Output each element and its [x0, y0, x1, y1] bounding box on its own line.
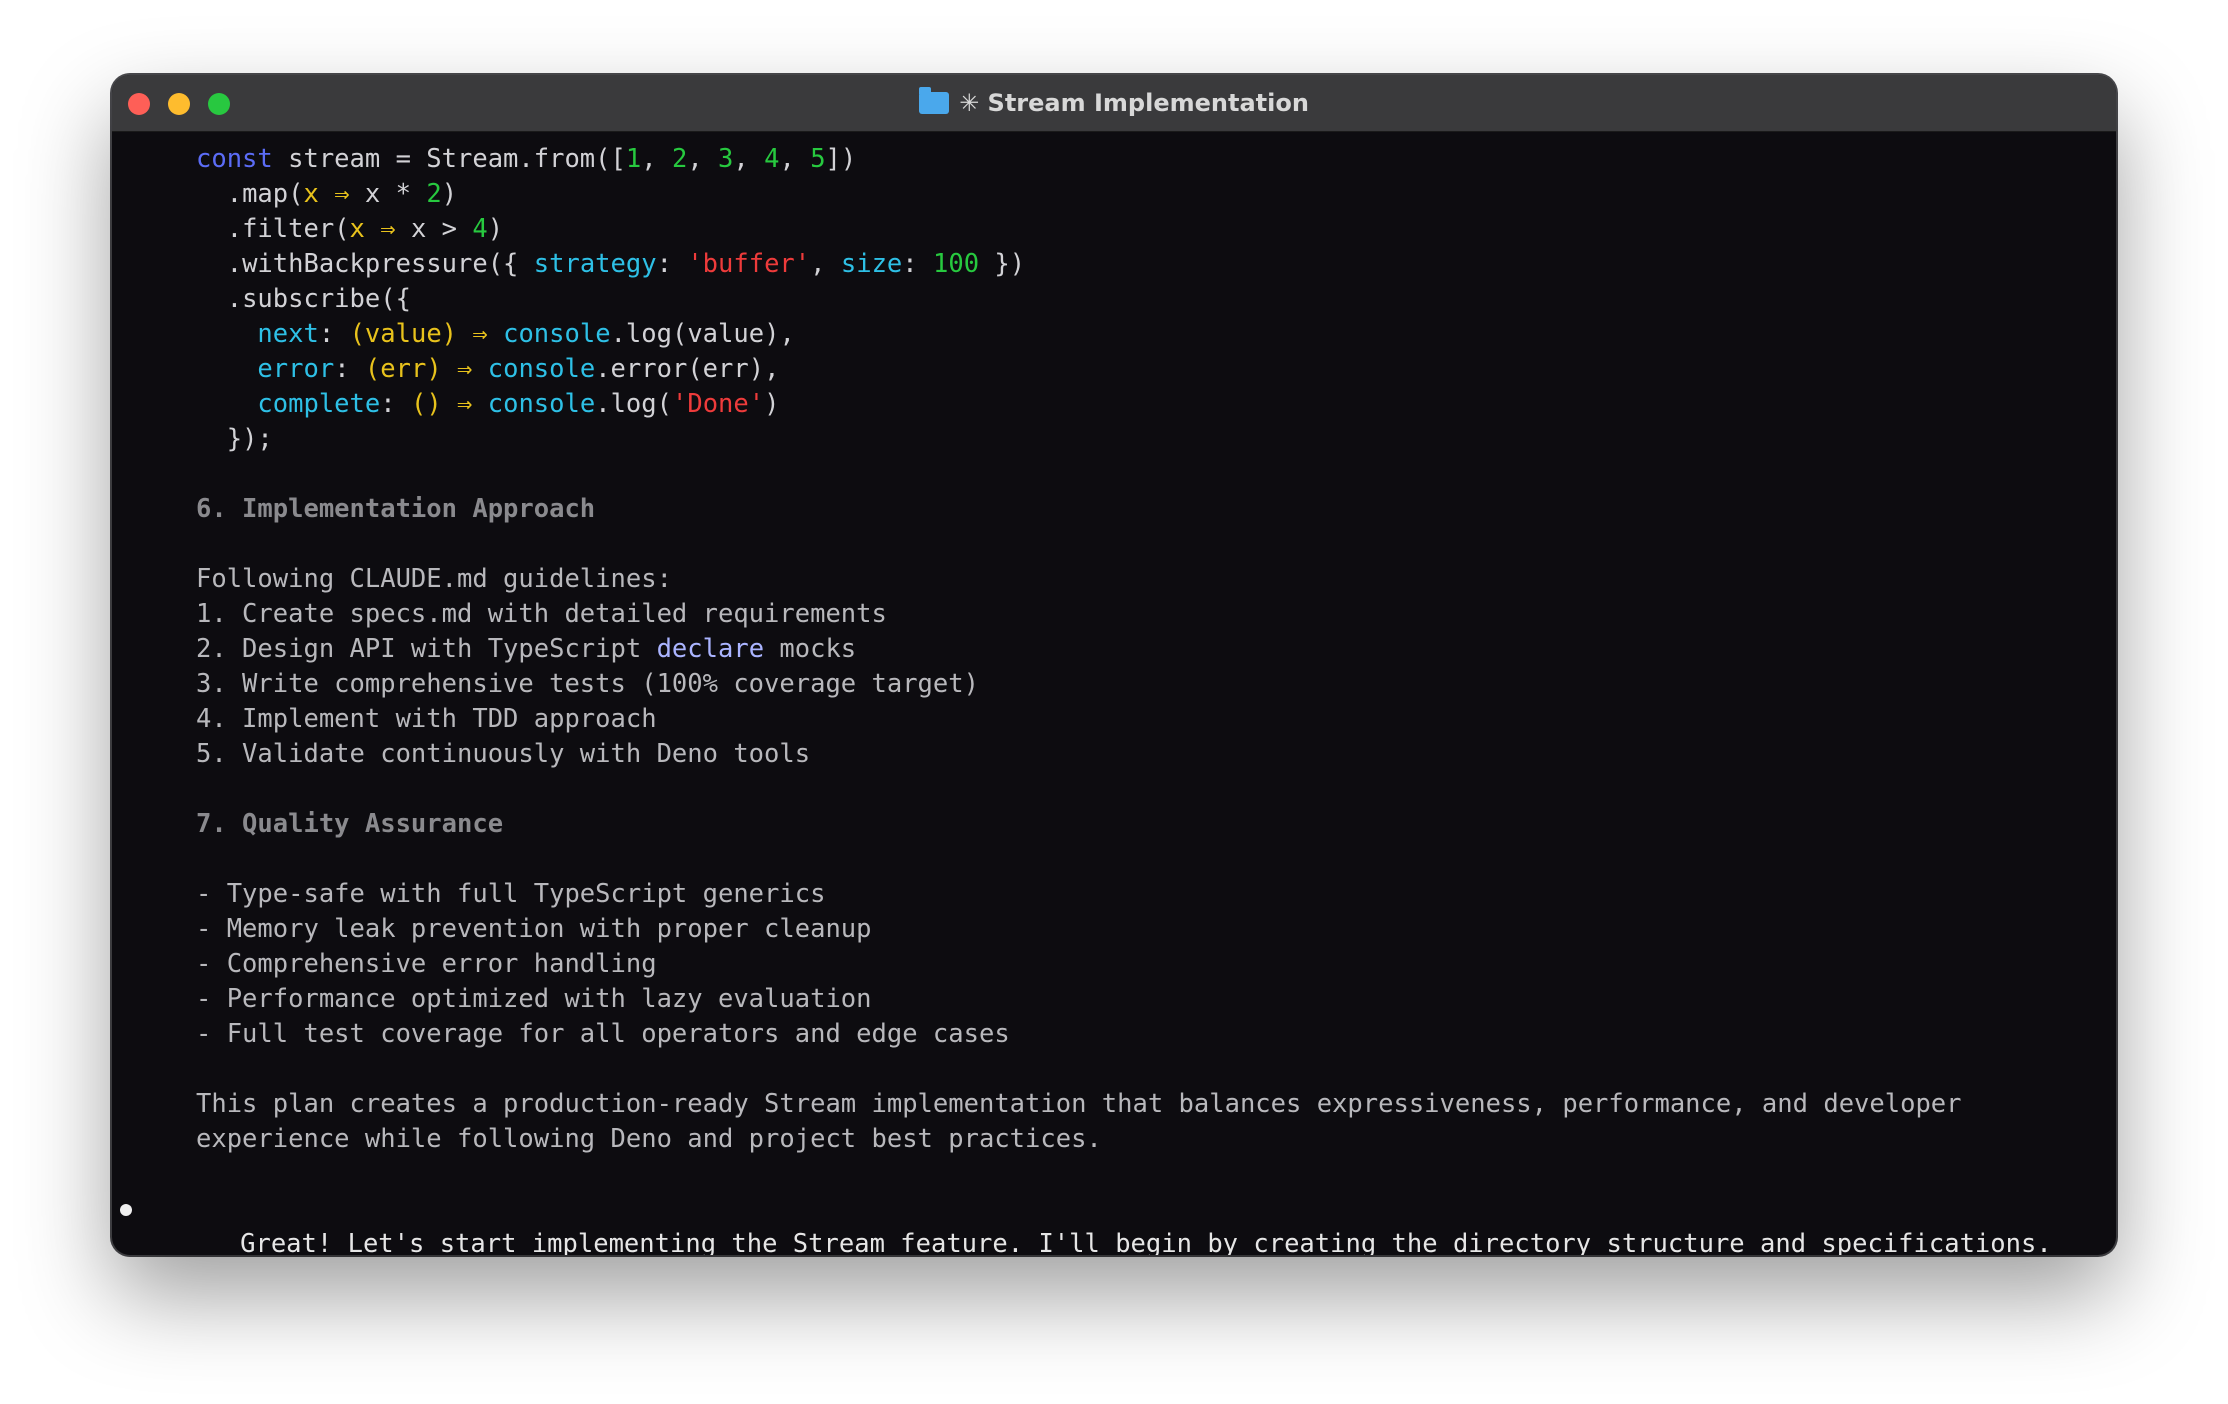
window-title-text: ✳ Stream Implementation [959, 89, 1309, 117]
code-token: ⇒ [457, 319, 504, 349]
list-item: - Type-safe with full TypeScript generic… [196, 879, 826, 909]
code-token: .error(err), [595, 354, 780, 384]
summary-text: This plan creates a production-ready Str… [196, 1089, 1962, 1119]
section-heading: 7. Quality Assurance [196, 809, 504, 839]
code-token: (value) [349, 319, 458, 349]
list-item-text: mocks [764, 634, 857, 664]
code-token: x [303, 179, 319, 209]
code-line-2: .map(x ⇒ x * 2) [112, 177, 2116, 212]
code-token: , [641, 144, 672, 174]
code-line-5: .subscribe({ [112, 282, 2116, 317]
code-token: console [487, 354, 596, 384]
code-token: complete [257, 389, 381, 419]
code-token: 5 [810, 144, 826, 174]
code-token: const [196, 144, 273, 174]
code-token: console [503, 319, 611, 349]
code-token: 4 [764, 144, 780, 174]
section-intro: Following CLAUDE.md guidelines: [196, 564, 672, 594]
code-token: x > [410, 214, 473, 244]
list-item: 4. Implement with TDD approach [196, 704, 657, 734]
code-token: 'Done' [671, 389, 765, 419]
code-token: .log( [595, 389, 672, 419]
code-line-9: }); [112, 422, 2116, 457]
code-token: next [257, 319, 319, 349]
code-line-4: .withBackpressure({ strategy: 'buffer', … [112, 247, 2116, 282]
code-line-8: complete: () ⇒ console.log('Done') [112, 387, 2116, 422]
list-item: - Full test coverage for all operators a… [196, 1019, 1010, 1049]
code-token: .log(value), [610, 319, 795, 349]
code-token: : [902, 249, 933, 279]
code-token: .map( [226, 179, 304, 209]
code-line-6: next: (value) ⇒ console.log(value), [112, 317, 2116, 352]
list-item: 2. Design API with TypeScript declare mo… [112, 632, 2116, 667]
code-token: ⇒ [441, 354, 488, 384]
code-token: strategy [533, 249, 657, 279]
title-bar: ✳ Stream Implementation [112, 75, 2116, 132]
terminal-output[interactable]: const stream = Stream.from([1, 2, 3, 4, … [112, 131, 2116, 1255]
code-token: console [487, 389, 596, 419]
code-token: ) [441, 179, 458, 209]
code-token: 3 [718, 144, 734, 174]
code-token: ) [487, 214, 504, 244]
list-item: 1. Create specs.md with detailed require… [196, 599, 887, 629]
code-token: () [410, 389, 442, 419]
code-token: x [349, 214, 365, 244]
folder-icon [919, 87, 950, 114]
code-token: , [733, 144, 765, 174]
code-token: ⇒ [364, 214, 411, 244]
bullet-icon [120, 1204, 132, 1216]
code-token: : [318, 319, 350, 349]
code-token: error [257, 354, 335, 384]
code-token: : [380, 389, 411, 419]
assistant-message: Great! Let's start implementing the Stre… [112, 1192, 2116, 1255]
list-item: - Performance optimized with lazy evalua… [196, 984, 872, 1014]
code-token: ⇒ [318, 179, 365, 209]
code-token: : [656, 249, 688, 279]
terminal-window: ✳ Stream Implementation const stream = S… [112, 75, 2116, 1255]
list-item: - Comprehensive error handling [196, 949, 657, 979]
section-heading: 6. Implementation Approach [196, 494, 596, 524]
code-token: ⇒ [441, 389, 488, 419]
code-token: 100 [933, 249, 980, 279]
code-token: 2 [671, 144, 688, 174]
code-token: size [840, 249, 903, 279]
keyword-highlight: declare [656, 634, 765, 664]
code-token: , [779, 144, 811, 174]
list-item: 5. Validate continuously with Deno tools [196, 739, 811, 769]
code-token: ) [764, 389, 780, 419]
code-token: 'buffer' [687, 249, 811, 279]
code-token: }) [979, 249, 1026, 279]
code-token: , [687, 144, 719, 174]
code-token: 1 [625, 144, 642, 174]
code-line-7: error: (err) ⇒ console.error(err), [112, 352, 2116, 387]
assistant-message-text: Great! Let's start implementing the Stre… [240, 1229, 2052, 1255]
code-token: : [334, 354, 365, 384]
code-line-3: .filter(x ⇒ x > 4) [112, 212, 2116, 247]
code-token: 2 [426, 179, 442, 209]
list-item: - Memory leak prevention with proper cle… [196, 914, 872, 944]
code-token: ]) [825, 144, 857, 174]
code-token: (err) [364, 354, 442, 384]
code-token: , [810, 249, 841, 279]
code-token: .subscribe({ [226, 284, 411, 314]
code-token: x * [364, 179, 427, 209]
code-token: stream = Stream.from([ [272, 144, 626, 174]
window-title: ✳ Stream Implementation [112, 75, 2116, 131]
list-item: 3. Write comprehensive tests (100% cover… [196, 669, 979, 699]
code-token: .filter( [226, 214, 350, 244]
summary-text: experience while following Deno and proj… [196, 1124, 1102, 1154]
code-token: .withBackpressure({ [226, 249, 534, 279]
code-line-1: const stream = Stream.from([1, 2, 3, 4, … [112, 142, 2116, 177]
list-item-text: 2. Design API with TypeScript [196, 634, 657, 664]
code-token: }); [226, 424, 273, 454]
code-token: 4 [472, 214, 488, 244]
